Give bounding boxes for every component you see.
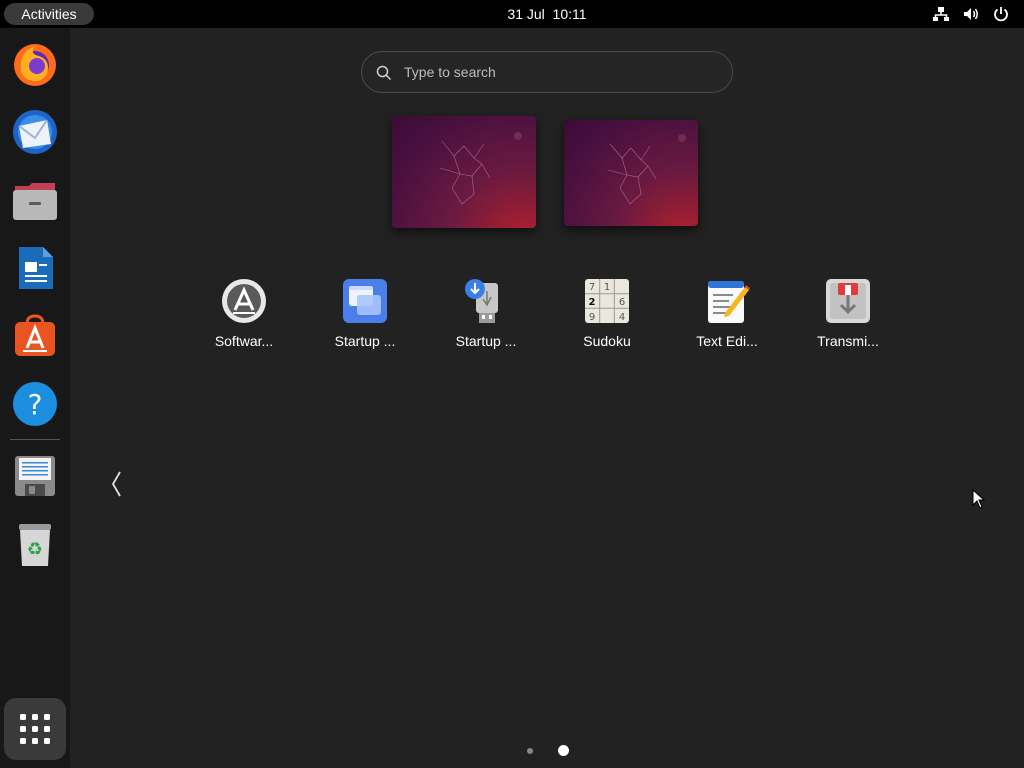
- wallpaper-thumbnail: [439, 132, 522, 205]
- svg-text:2: 2: [589, 297, 596, 308]
- workspace-thumbnail-2[interactable]: [564, 120, 698, 226]
- dock-files[interactable]: [11, 176, 59, 224]
- text-editor-icon: [708, 281, 750, 323]
- volume-icon[interactable]: [962, 5, 980, 23]
- startup-disk-creator-icon: [465, 279, 498, 323]
- clock[interactable]: 31 Jul 10:11: [507, 6, 586, 22]
- firefox-icon: [14, 44, 56, 86]
- search-input[interactable]: [402, 60, 712, 84]
- help-icon: ?: [13, 382, 57, 426]
- search-box[interactable]: [361, 51, 733, 93]
- app-label: Startup ...: [455, 333, 517, 349]
- dock-writer[interactable]: [11, 244, 59, 292]
- startup-applications-icon: [343, 279, 387, 323]
- thunderbird-icon: [13, 110, 57, 154]
- dock-thunderbird[interactable]: [11, 108, 59, 156]
- clock-container: 31 Jul 10:11: [0, 0, 1024, 28]
- app-label: Text Edi...: [696, 333, 758, 349]
- network-icon[interactable]: [932, 5, 950, 23]
- sudoku-icon: 7 1 2 6 9 4: [585, 279, 629, 323]
- app-label: Startup ...: [334, 333, 396, 349]
- app-transmission[interactable]: Transmi...: [798, 277, 898, 357]
- wallpaper-thumbnail: [607, 134, 686, 205]
- app-sudoku[interactable]: 7 1 2 6 9 4 Sudoku: [557, 277, 657, 357]
- svg-text:6: 6: [619, 297, 625, 308]
- svg-text:7: 7: [589, 282, 595, 293]
- app-label: Transmi...: [817, 333, 879, 349]
- dock-software[interactable]: [11, 312, 59, 360]
- app-software-updater[interactable]: Softwar...: [194, 277, 294, 357]
- floppy-icon: [15, 456, 55, 496]
- workspace-thumbnail-1[interactable]: [392, 116, 536, 228]
- previous-page-arrow-icon[interactable]: [106, 468, 128, 500]
- page-dot-1[interactable]: [527, 748, 533, 754]
- files-icon: [13, 183, 57, 220]
- app-label: Sudoku: [583, 333, 631, 349]
- app-grid-icon: [20, 714, 50, 744]
- app-startup-applications[interactable]: Startup ...: [315, 277, 415, 357]
- system-tray[interactable]: [932, 4, 1010, 24]
- page-dot-2-active[interactable]: [558, 745, 569, 756]
- software-updater-icon: [222, 279, 266, 323]
- page-indicator: [520, 742, 580, 758]
- search-icon: [376, 65, 392, 81]
- svg-text:1: 1: [604, 282, 610, 293]
- svg-text:4: 4: [619, 312, 625, 323]
- dock-trash[interactable]: ♻: [11, 520, 59, 568]
- app-text-editor[interactable]: Text Edi...: [677, 277, 777, 357]
- dock-separator: [10, 439, 60, 440]
- app-label: Softwar...: [214, 333, 274, 349]
- dock: ? ♻: [0, 28, 70, 768]
- show-applications-button[interactable]: [4, 698, 66, 760]
- trash-icon: ♻: [19, 524, 51, 566]
- mouse-pointer-icon: [972, 489, 986, 509]
- app-startup-disk-creator[interactable]: Startup ...: [436, 277, 536, 357]
- svg-text:9: 9: [589, 312, 595, 323]
- power-icon[interactable]: [992, 5, 1010, 23]
- svg-text:?: ?: [28, 388, 43, 421]
- writer-icon: [19, 247, 53, 289]
- dock-firefox[interactable]: [11, 40, 59, 88]
- svg-text:♻: ♻: [27, 539, 43, 560]
- top-bar: Activities 31 Jul 10:11: [0, 0, 1024, 28]
- activities-button[interactable]: Activities: [4, 3, 94, 25]
- software-store-icon: [15, 314, 55, 356]
- transmission-icon: [826, 279, 870, 323]
- dock-disk-image[interactable]: [11, 452, 59, 500]
- dock-help[interactable]: ?: [11, 380, 59, 428]
